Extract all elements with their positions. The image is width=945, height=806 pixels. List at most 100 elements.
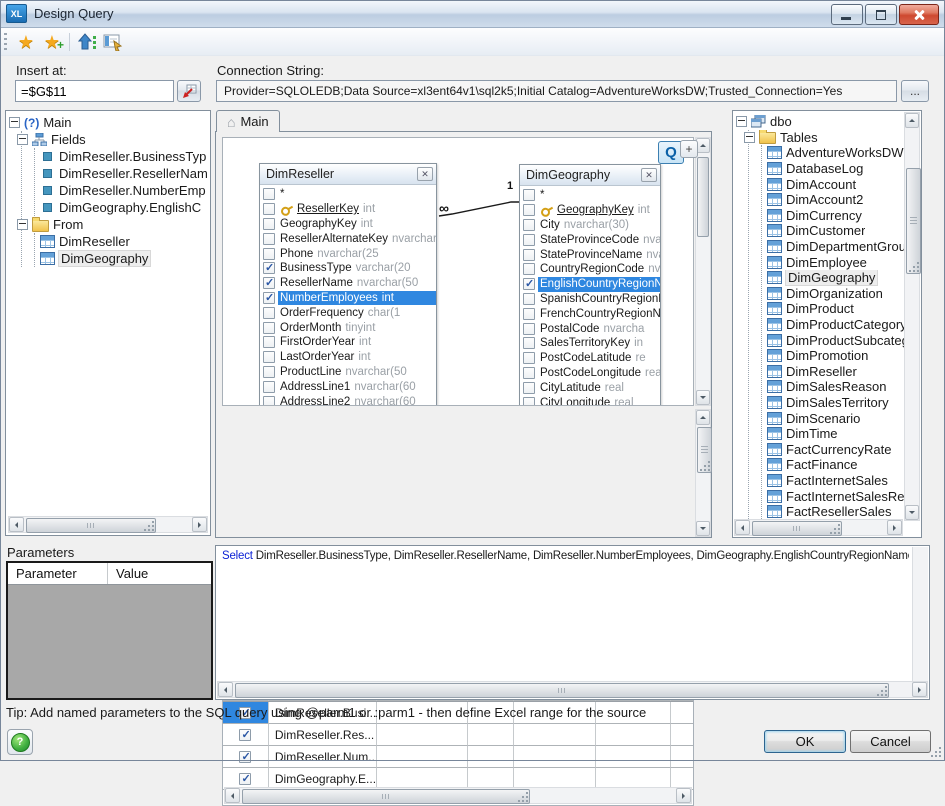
ok-button[interactable]: OK [764, 730, 846, 753]
scroll-thumb[interactable] [752, 521, 842, 536]
field-row[interactable]: CityLongitude real [520, 395, 660, 406]
tree-item-table[interactable]: DimDepartmentGroup [757, 239, 906, 255]
tree-item-table[interactable]: DimProductCategory [757, 317, 906, 333]
tree-item-table[interactable]: FactCurrencyRate [757, 441, 906, 457]
tree-item-table[interactable]: DimEmployee [757, 254, 906, 270]
grid-vscrollbar[interactable] [695, 409, 711, 537]
collapse-icon[interactable] [17, 219, 28, 230]
field-row[interactable]: NumberEmployees int [260, 291, 436, 306]
left-panel-hscrollbar[interactable] [8, 516, 208, 533]
tree-item-table[interactable]: DimSalesTerritory [757, 395, 906, 411]
tree-item-tables[interactable]: Tables [744, 130, 906, 146]
field-checkbox[interactable] [263, 336, 275, 348]
field-row[interactable]: * [520, 188, 660, 203]
properties-button[interactable] [100, 30, 126, 53]
tree-item-field[interactable]: DimReseller.BusinessTyp [30, 148, 210, 165]
tree-item-table[interactable]: DimProduct [757, 301, 906, 317]
aggregate-cell[interactable] [377, 724, 469, 746]
cancel-button[interactable]: Cancel [850, 730, 931, 753]
sort-order-cell[interactable] [596, 724, 671, 746]
tree-item-table[interactable]: DimTime [757, 426, 906, 442]
field-checkbox[interactable] [523, 219, 535, 231]
right-panel-hscrollbar[interactable] [734, 519, 903, 536]
scroll-right-button[interactable] [912, 682, 927, 697]
table-window-header[interactable]: DimReseller ✕ [260, 164, 436, 185]
browse-connection-button[interactable]: ... [901, 80, 929, 102]
field-row[interactable]: FrenchCountryRegionName [520, 306, 660, 321]
field-checkbox[interactable] [523, 323, 535, 335]
field-checkbox[interactable] [263, 322, 275, 334]
scroll-right-button[interactable] [676, 788, 691, 803]
table-window-dimgeography[interactable]: DimGeography ✕ * [519, 164, 661, 406]
field-checkbox[interactable] [523, 382, 535, 394]
field-row[interactable]: GeographyKey int [520, 203, 660, 218]
field-checkbox[interactable] [523, 189, 535, 201]
tree-item-table[interactable]: DimPromotion [757, 348, 906, 364]
scroll-down-button[interactable] [696, 390, 710, 405]
field-checkbox[interactable] [523, 352, 535, 364]
tree-item-table[interactable]: DimScenario [757, 410, 906, 426]
field-checkbox[interactable] [263, 188, 275, 200]
diagram-canvas[interactable]: ∞ 1 DimReseller ✕ * [222, 137, 694, 406]
field-checkbox[interactable] [263, 233, 275, 245]
tree-item-from[interactable]: From [17, 216, 210, 233]
favorite-star-button[interactable]: ★ [13, 30, 39, 53]
field-checkbox[interactable] [263, 277, 275, 289]
field-checkbox[interactable] [523, 263, 535, 275]
sort-type-cell[interactable] [514, 724, 596, 746]
stub-cell[interactable] [671, 746, 693, 768]
field-checkbox[interactable] [263, 381, 275, 393]
field-row[interactable]: GeographyKey int [260, 217, 436, 232]
tree-item-field[interactable]: DimReseller.NumberEmp [30, 182, 210, 199]
field-row[interactable]: ProductLine nvarchar(50 [260, 365, 436, 380]
field-row[interactable]: StateProvinceCode nvarchar(3 [520, 232, 660, 247]
alias-cell[interactable] [468, 746, 514, 768]
help-button[interactable]: ? [7, 729, 33, 755]
output-checkbox[interactable] [239, 773, 251, 785]
stub-cell[interactable] [671, 724, 693, 746]
toolbar-grip[interactable] [4, 33, 7, 50]
field-checkbox[interactable] [523, 293, 535, 305]
sql-statement[interactable]: Select DimReseller.BusinessType, DimRese… [222, 550, 909, 562]
tree-item-table[interactable]: DimAccount [757, 176, 906, 192]
tree-item-table[interactable]: DimGeography [30, 250, 210, 267]
field-row[interactable]: CityLatitude real [520, 380, 660, 395]
field-checkbox[interactable] [263, 292, 275, 304]
field-row[interactable]: AddressLine1 nvarchar(60 [260, 379, 436, 394]
field-checkbox[interactable] [263, 203, 275, 215]
minimize-button[interactable] [831, 4, 863, 25]
field-row[interactable]: BusinessType varchar(20 [260, 261, 436, 276]
tree-item-table[interactable]: DimCurrency [757, 208, 906, 224]
field-checkbox[interactable] [523, 308, 535, 320]
range-select-button[interactable] [177, 80, 201, 102]
field-row[interactable]: * [260, 187, 436, 202]
tab-main[interactable]: ⌂ Main [216, 110, 280, 132]
field-row[interactable]: StateProvinceName nvarchar [520, 247, 660, 262]
tree-item-table[interactable]: DimAccount2 [757, 192, 906, 208]
table-row[interactable]: DimReseller.Num... [223, 746, 693, 768]
sql-vscrollbar[interactable] [912, 547, 928, 681]
tree-item-table[interactable]: DimCustomer [757, 223, 906, 239]
expression-cell[interactable]: DimReseller.Num... [269, 746, 377, 768]
tree-item-table[interactable]: DatabaseLog [757, 161, 906, 177]
sort-type-cell[interactable] [514, 746, 596, 768]
scroll-left-button[interactable] [218, 682, 233, 697]
field-row[interactable]: CountryRegionCode nvarchar [520, 262, 660, 277]
field-row[interactable]: Phone nvarchar(25 [260, 246, 436, 261]
sql-text-panel[interactable]: Select DimReseller.BusinessType, DimRese… [215, 545, 930, 700]
field-row[interactable]: OrderFrequency char(1 [260, 305, 436, 320]
close-table-icon[interactable]: ✕ [417, 167, 433, 181]
table-row[interactable]: DimReseller.Res... [223, 724, 693, 746]
tree-item-table[interactable]: FactInternetSalesRe [757, 488, 906, 504]
table-window-dimreseller[interactable]: DimReseller ✕ * [259, 163, 437, 406]
scroll-left-button[interactable] [735, 520, 750, 535]
tree-item-table[interactable]: DimProductSubcateg [757, 332, 906, 348]
field-checkbox[interactable] [263, 396, 275, 406]
close-button[interactable] [899, 4, 939, 25]
field-row[interactable]: ResellerAlternateKey nvarchar(15 [260, 231, 436, 246]
field-checkbox[interactable] [523, 278, 535, 290]
close-table-icon[interactable]: ✕ [641, 168, 657, 182]
field-row[interactable]: PostCodeLatitude re [520, 351, 660, 366]
maximize-button[interactable] [865, 4, 897, 25]
tree-item-field[interactable]: DimGeography.EnglishC [30, 199, 210, 216]
